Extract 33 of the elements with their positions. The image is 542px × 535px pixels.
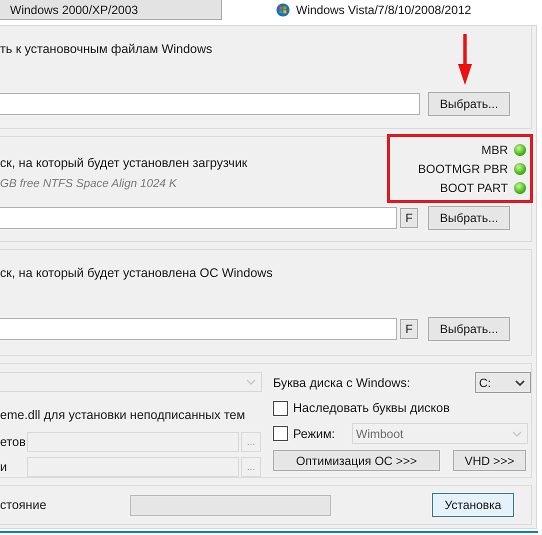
- option-label: eme.dll для установки неподписанных тем: [0, 408, 246, 424]
- drive-letter-label: Буква диска с Windows:: [273, 376, 410, 390]
- status-label: BOOT PART: [440, 180, 508, 194]
- arrow-drawing: [457, 34, 473, 86]
- path-field[interactable]: [0, 93, 420, 115]
- browse-button[interactable]: Выбрать...: [428, 317, 510, 341]
- group-label: ть к установочным файлам Windows: [0, 42, 212, 56]
- windows-orb-icon: [276, 3, 290, 17]
- format-button[interactable]: F: [400, 319, 418, 339]
- checkbox-label: Наследовать буквы дисков: [293, 401, 450, 415]
- vhd-button[interactable]: VHD >>>: [453, 450, 526, 471]
- browse-button[interactable]: Выбрать...: [428, 206, 510, 230]
- drive-letter-dropdown[interactable]: C:: [475, 372, 531, 393]
- chevron-icon: [512, 430, 522, 436]
- field-label: и: [0, 460, 8, 474]
- group-label: ск, на который будет установлена ОС Windows: [0, 266, 273, 280]
- checkbox-label: Режим:: [293, 426, 336, 440]
- format-button[interactable]: F: [400, 208, 418, 228]
- status-label: MBR: [481, 142, 508, 156]
- field-label: етов: [0, 435, 27, 449]
- group-label: ск, на который будет установлен загрузчик: [0, 156, 248, 170]
- install-button[interactable]: Установка: [432, 493, 514, 517]
- checkbox[interactable]: [273, 400, 288, 416]
- status-label: BOOTMGR PBR: [418, 162, 508, 176]
- optimize-button[interactable]: Оптимизация ОС >>>: [273, 450, 440, 471]
- disk-info: GB free NTFS Space Align 1024 K: [0, 178, 177, 190]
- path-field[interactable]: [0, 318, 397, 340]
- chevron-icon: [515, 380, 525, 386]
- status-label: стояние: [0, 498, 48, 512]
- browse-button[interactable]: Выбрать...: [428, 92, 510, 116]
- tab[interactable]: Windows 2000/XP/2003: [0, 0, 222, 20]
- path-field[interactable]: [0, 207, 397, 229]
- chevron-icon: [246, 379, 256, 386]
